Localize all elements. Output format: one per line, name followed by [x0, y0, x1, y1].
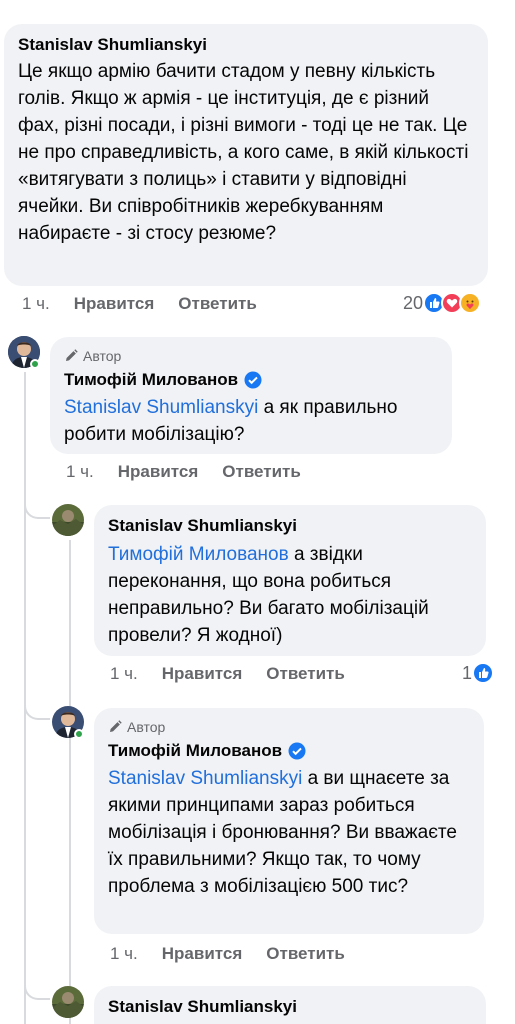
comment-text: Це якщо армію бачити стадом у певну кіль… [18, 61, 469, 244]
avatar[interactable] [52, 986, 84, 1018]
comment-actions: 1 ч. Нравится Ответить [22, 294, 257, 314]
comment-author[interactable]: Тимофій Милованов [64, 369, 238, 391]
comment-thread: Stanislav Shumlianskyi Це якщо армію бач… [0, 0, 515, 1024]
reply-actions: 1 ч. Нравится Ответить [110, 664, 345, 684]
comment-author[interactable]: Stanislav Shumlianskyi [108, 996, 472, 1018]
verified-badge-icon [244, 371, 262, 389]
reply-bubble: Автор Тимофій Милованов Stanislav Shumli… [94, 708, 484, 934]
online-status-indicator [30, 359, 40, 369]
avatar[interactable] [52, 504, 84, 536]
author-badge: Автор [64, 347, 438, 365]
reaction-summary[interactable]: 20 [403, 292, 482, 314]
like-button[interactable]: Нравится [118, 462, 199, 482]
reply-time[interactable]: 1 ч. [110, 664, 138, 684]
like-button[interactable]: Нравится [162, 944, 243, 964]
reaction-summary[interactable]: 1 [462, 662, 495, 684]
author-badge-label: Автор [127, 719, 166, 735]
thread-connector [24, 698, 50, 720]
pencil-icon [110, 720, 122, 732]
comment-author[interactable]: Stanislav Shumlianskyi [108, 515, 472, 537]
reply-text: Stanislav Shumlianskyi а як правильно ро… [64, 394, 438, 448]
author-badge-label: Автор [83, 348, 122, 364]
reply-button[interactable]: Ответить [266, 944, 345, 964]
reaction-count: 20 [403, 292, 424, 313]
online-status-indicator [74, 729, 84, 739]
reply-button[interactable]: Ответить [266, 664, 345, 684]
author-badge: Автор [108, 718, 470, 736]
mention-link[interactable]: Stanislav Shumlianskyi [64, 397, 258, 418]
reply-time[interactable]: 1 ч. [66, 462, 94, 482]
comment-time[interactable]: 1 ч. [22, 294, 50, 314]
like-reaction-icon [472, 662, 495, 684]
reply-button[interactable]: Ответить [178, 294, 257, 314]
thread-connector [24, 497, 50, 519]
reply-text: Stanislav Shumlianskyi а ви щнаєете за я… [108, 765, 470, 900]
reply-actions: 1 ч. Нравится Ответить [66, 462, 301, 482]
nested-thread-line [69, 540, 71, 1024]
reply-bubble: Автор Тимофій Милованов Stanislav Shumli… [50, 337, 452, 454]
reply-bubble: Stanislav Shumlianskyi Тимофій Милованов… [94, 505, 486, 656]
verified-badge-icon [288, 742, 306, 760]
mention-link[interactable]: Тимофій Милованов [108, 544, 289, 565]
like-button[interactable]: Нравится [74, 294, 155, 314]
care-reaction-icon [459, 292, 482, 314]
mention-link[interactable]: Stanislav Shumlianskyi [108, 768, 302, 789]
reply-text: Тимофій Милованов а звідки переконання, … [108, 541, 472, 649]
comment-bubble: Stanislav Shumlianskyi Це якщо армію бач… [4, 24, 488, 286]
reply-time[interactable]: 1 ч. [110, 944, 138, 964]
reply-bubble: Stanislav Shumlianskyi [94, 986, 486, 1024]
reply-button[interactable]: Ответить [222, 462, 301, 482]
like-button[interactable]: Нравится [162, 664, 243, 684]
comment-author[interactable]: Тимофій Милованов [108, 740, 282, 762]
reaction-count: 1 [462, 662, 473, 683]
pencil-icon [66, 349, 78, 361]
comment-author[interactable]: Stanislav Shumlianskyi [18, 34, 474, 56]
reply-actions: 1 ч. Нравится Ответить [110, 944, 345, 964]
thread-connector [24, 978, 50, 1000]
